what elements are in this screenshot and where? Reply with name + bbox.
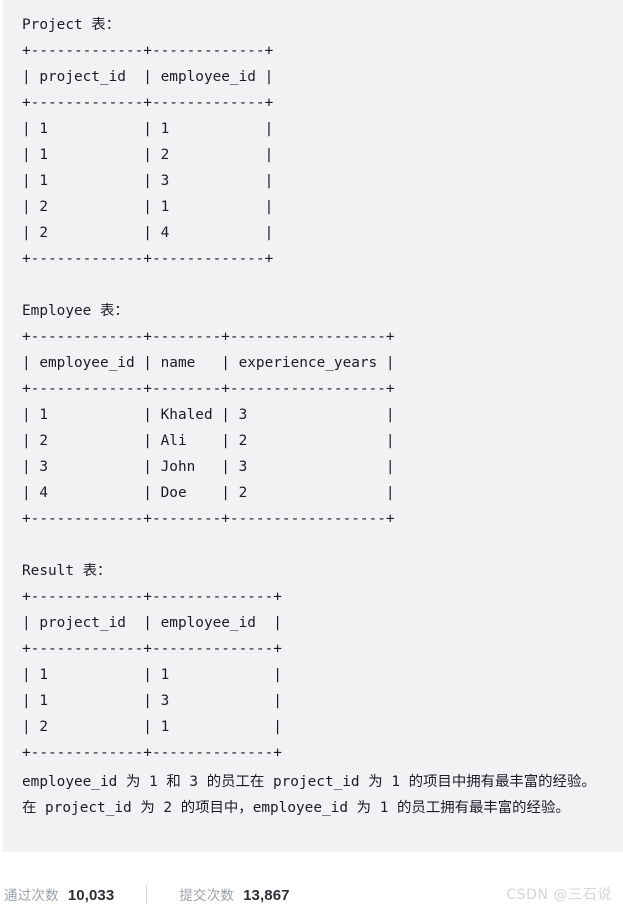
accepted-count-label: 通过次数 — [4, 888, 59, 904]
submission-count-value: 13,867 — [243, 887, 290, 904]
code-block: Project 表： +-------------+-------------+… — [3, 0, 623, 852]
accepted-count-group: 通过次数 10,033 — [4, 884, 114, 904]
stats-divider — [146, 884, 148, 904]
submission-count-group: 提交次数 13,867 — [179, 884, 289, 904]
project-table-ascii: +-------------+-------------+ | project_… — [22, 43, 274, 267]
employee-table-title: Employee 表： — [22, 303, 129, 319]
project-table-title: Project 表： — [22, 17, 121, 33]
employee-table-ascii: +-------------+--------+----------------… — [22, 329, 395, 527]
result-table-title: Result 表： — [22, 563, 112, 579]
accepted-count-value: 10,033 — [67, 887, 115, 904]
csdn-watermark: CSDN @三石说 — [506, 887, 612, 903]
submission-count-label: 提交次数 — [179, 888, 235, 904]
stats-inner: 通过次数 10,033 提交次数 13,867 — [4, 882, 290, 906]
explanation-paragraph: employee_id 为 1 和 3 的员工在 project_id 为 1 … — [22, 774, 596, 816]
result-table-ascii: +-------------+--------------+ | project… — [22, 589, 282, 761]
